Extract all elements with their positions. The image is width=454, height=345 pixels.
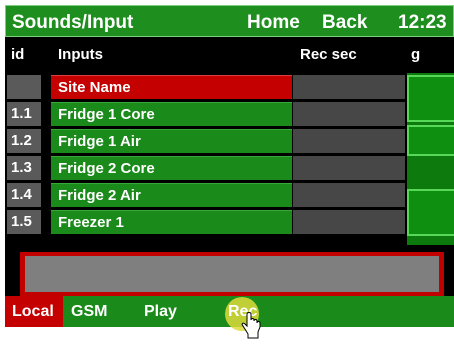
level-bar (20, 252, 444, 296)
input-name[interactable]: Freezer 1 (51, 210, 292, 234)
sounds-input-screen: Sounds/Input Home Back 12:23 id Inputs R… (5, 5, 454, 327)
gsm-button[interactable]: GSM (71, 296, 107, 327)
column-header-g: g (411, 46, 421, 63)
column-header-rec-sec: Rec sec (300, 46, 357, 63)
rec-sec-cell[interactable] (293, 156, 405, 180)
row-id: 1.3 (7, 156, 41, 180)
rec-sec-cell[interactable] (293, 129, 405, 153)
back-button[interactable]: Back (322, 12, 367, 34)
input-name[interactable]: Fridge 2 Core (51, 156, 292, 180)
g-button-3[interactable] (407, 189, 454, 236)
rec-sec-cell[interactable] (293, 102, 405, 126)
input-name-site[interactable]: Site Name (51, 75, 292, 99)
row-id: 1.2 (7, 129, 41, 153)
row-id: 1.1 (7, 102, 41, 126)
input-name[interactable]: Fridge 1 Core (51, 102, 292, 126)
rec-sec-cell[interactable] (293, 183, 405, 207)
input-name[interactable]: Fridge 2 Air (51, 183, 292, 207)
play-button[interactable]: Play (144, 296, 177, 327)
hand-pointer-icon (241, 312, 261, 339)
rec-sec-cell[interactable] (293, 210, 405, 234)
row-id (7, 75, 41, 99)
title-bar: Sounds/Input Home Back 12:23 (5, 5, 454, 37)
screen-title: Sounds/Input (12, 12, 134, 33)
row-id: 1.5 (7, 210, 41, 234)
column-header-inputs: Inputs (58, 46, 103, 63)
rec-sec-cell[interactable] (293, 75, 405, 99)
input-name[interactable]: Fridge 1 Air (51, 129, 292, 153)
home-button[interactable]: Home (247, 12, 300, 34)
clock: 12:23 (398, 12, 447, 33)
local-button[interactable]: Local (5, 296, 63, 327)
g-button-2[interactable] (407, 125, 454, 156)
g-button-1[interactable] (407, 75, 454, 122)
row-id: 1.4 (7, 183, 41, 207)
level-bar-fill (25, 256, 439, 292)
column-header-id: id (11, 46, 25, 63)
